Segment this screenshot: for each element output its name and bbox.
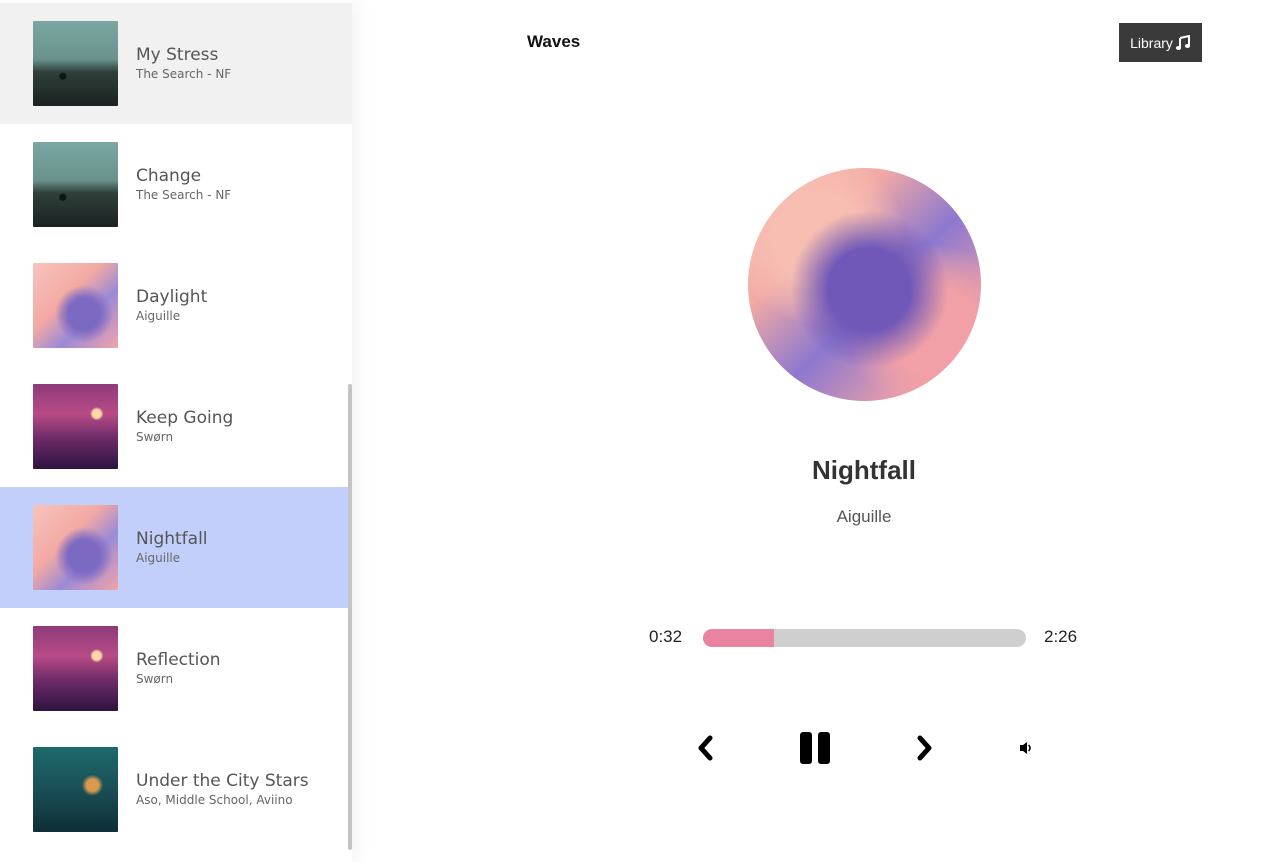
song-name: Nightfall [136, 529, 208, 549]
song-name: Daylight [136, 287, 208, 307]
song-name: Under the City Stars [136, 771, 309, 791]
song-info: Change The Search - NF [136, 166, 231, 203]
now-playing-artist: Aiguille [836, 507, 892, 526]
library-scrollbar[interactable] [347, 0, 352, 862]
total-time: 2:26 [1044, 627, 1078, 646]
chevron-left-icon [698, 735, 713, 761]
song-name: My Stress [136, 45, 219, 65]
song-info: My Stress The Search - NF [136, 45, 231, 82]
song-artist: The Search - NF [136, 67, 232, 81]
now-playing-album-art [748, 168, 981, 401]
library-song-item-selected[interactable]: Nightfall Aiguille [0, 487, 352, 608]
album-cover-image [33, 505, 118, 590]
play-pause-button[interactable] [795, 728, 835, 768]
song-list: My Stress The Search - NF Change The Sea… [0, 3, 352, 850]
volume-button[interactable] [1014, 736, 1038, 760]
album-cover-image [33, 384, 118, 469]
song-info: Keep Going Swørn [136, 408, 233, 445]
library-song-item[interactable]: Daylight Aiguille [0, 245, 352, 366]
song-info: Nightfall Aiguille [136, 529, 208, 566]
library-song-item[interactable]: Change The Search - NF [0, 124, 352, 245]
previous-track-button[interactable] [690, 730, 720, 766]
music-note-icon [1175, 34, 1190, 50]
now-playing-title: Nightfall [812, 455, 916, 485]
song-artist: Swørn [136, 430, 174, 444]
app-brand-title: Waves [527, 32, 581, 51]
album-cover-image [33, 21, 118, 106]
library-panel: My Stress The Search - NF Change The Sea… [0, 0, 352, 862]
song-artist: Aiguille [136, 309, 181, 323]
song-artist: The Search - NF [136, 188, 232, 202]
song-name: Change [136, 166, 202, 186]
library-toggle-button[interactable]: Library [1119, 23, 1202, 62]
song-name: Reflection [136, 650, 221, 670]
volume-icon [1020, 742, 1031, 754]
album-cover-image [33, 747, 118, 832]
library-song-item[interactable]: Under the City Stars Aso, Middle School,… [0, 729, 352, 850]
song-artist: Aso, Middle School, Aviino [136, 793, 293, 807]
song-artist: Aiguille [136, 551, 181, 565]
library-song-item[interactable]: Keep Going Swørn [0, 366, 352, 487]
album-cover-image [33, 142, 118, 227]
song-artist: Swørn [136, 672, 174, 686]
song-info: Reflection Swørn [136, 650, 221, 687]
scrollbar-thumb[interactable] [348, 384, 352, 850]
next-track-button[interactable] [910, 730, 940, 766]
song-info: Under the City Stars Aso, Middle School,… [136, 771, 309, 808]
progress-slider[interactable] [703, 629, 1026, 647]
album-cover-image [33, 263, 118, 348]
song-info: Daylight Aiguille [136, 287, 207, 324]
pause-icon [800, 732, 830, 764]
current-time: 0:32 [649, 627, 683, 646]
progress-fill [703, 629, 775, 647]
album-cover-image [33, 626, 118, 711]
song-name: Keep Going [136, 408, 234, 428]
library-button-label: Library [1130, 34, 1173, 51]
chevron-right-icon [917, 735, 932, 761]
library-song-item[interactable]: My Stress The Search - NF [0, 3, 352, 124]
library-song-item[interactable]: Reflection Swørn [0, 608, 352, 729]
